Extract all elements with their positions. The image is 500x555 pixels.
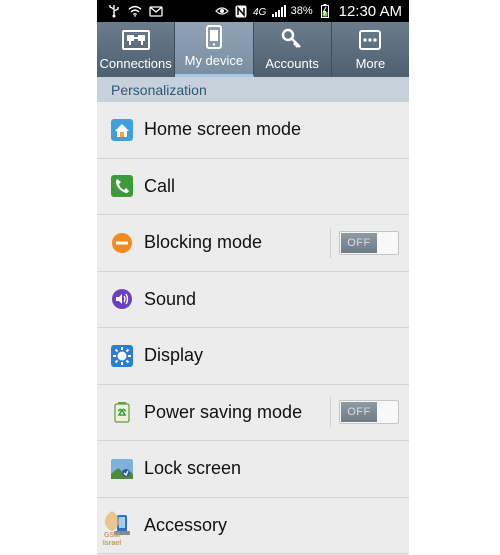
- settings-list: Home screen mode Call Blocking mode OFF: [97, 102, 409, 554]
- 4g-icon: 4G: [253, 4, 267, 18]
- settings-tabs: Connections My device Accounts More: [97, 22, 409, 77]
- tab-label: My device: [184, 53, 244, 68]
- notification-icon: [149, 4, 163, 18]
- key-icon: [280, 27, 304, 53]
- power-saving-toggle-wrap: OFF: [330, 397, 399, 428]
- connections-icon: [121, 27, 151, 53]
- watermark-line2: Israel: [102, 540, 122, 547]
- tab-connections[interactable]: Connections: [97, 22, 176, 77]
- block-icon: [111, 232, 133, 254]
- wifi-icon: [128, 4, 142, 18]
- blocking-mode-toggle-wrap: OFF: [330, 227, 399, 258]
- tab-my-device[interactable]: My device: [175, 22, 254, 77]
- list-item-call[interactable]: Call: [97, 158, 409, 215]
- tab-label: Accounts: [265, 56, 319, 71]
- row-label: Call: [144, 175, 176, 196]
- row-label: Home screen mode: [144, 119, 302, 140]
- lock-screen-icon: [111, 458, 133, 480]
- phone-screen: 4G 38% 12:30 AM Connections My device Ac…: [97, 0, 409, 555]
- tab-label: Connections: [99, 56, 172, 71]
- signal-icon: [271, 4, 286, 18]
- nfc-icon: [234, 4, 248, 18]
- watermark-logo-icon: [104, 511, 120, 531]
- list-item-blocking-mode[interactable]: Blocking mode OFF: [97, 215, 409, 272]
- tab-accounts[interactable]: Accounts: [254, 22, 332, 77]
- toggle-state: OFF: [341, 232, 377, 253]
- list-item-display[interactable]: Display: [97, 328, 409, 385]
- tab-more[interactable]: More: [332, 22, 409, 77]
- row-label: Accessory: [144, 514, 228, 535]
- watermark-line1: GSM: [104, 532, 120, 539]
- battery-percent: 38%: [290, 5, 313, 17]
- battery-icon: [318, 4, 332, 18]
- status-bar: 4G 38% 12:30 AM: [97, 0, 409, 22]
- eye-icon: [214, 4, 229, 18]
- section-title: Personalization: [111, 81, 207, 98]
- phone-call-icon: [111, 175, 133, 198]
- home-icon: [111, 118, 133, 141]
- tab-label: More: [355, 56, 386, 71]
- list-item-sound[interactable]: Sound: [97, 271, 409, 328]
- clock: 12:30 AM: [338, 2, 402, 20]
- blocking-mode-toggle[interactable]: OFF: [339, 230, 399, 255]
- gsm-israel-watermark: GSM Israel: [97, 510, 127, 555]
- list-item-accessory[interactable]: Accessory: [97, 497, 409, 554]
- toggle-state: OFF: [341, 402, 377, 423]
- more-icon: [359, 27, 382, 53]
- display-icon: [111, 344, 133, 367]
- phone-icon: [205, 24, 222, 50]
- row-label: Blocking mode: [144, 232, 263, 253]
- sound-icon: [111, 288, 133, 310]
- row-label: Lock screen: [144, 458, 242, 479]
- row-label: Display: [144, 345, 204, 366]
- section-header-personalization: Personalization: [97, 77, 409, 102]
- row-label: Sound: [144, 288, 197, 309]
- usb-icon: [107, 4, 121, 18]
- power-saving-toggle[interactable]: OFF: [339, 400, 399, 425]
- list-item-home-screen-mode[interactable]: Home screen mode: [97, 102, 409, 159]
- power-saving-icon: [111, 401, 133, 423]
- row-label: Power saving mode: [144, 401, 303, 422]
- svg-text:4G: 4G: [253, 7, 267, 17]
- list-item-power-saving-mode[interactable]: Power saving mode OFF: [97, 384, 409, 441]
- list-item-lock-screen[interactable]: Lock screen: [97, 441, 409, 498]
